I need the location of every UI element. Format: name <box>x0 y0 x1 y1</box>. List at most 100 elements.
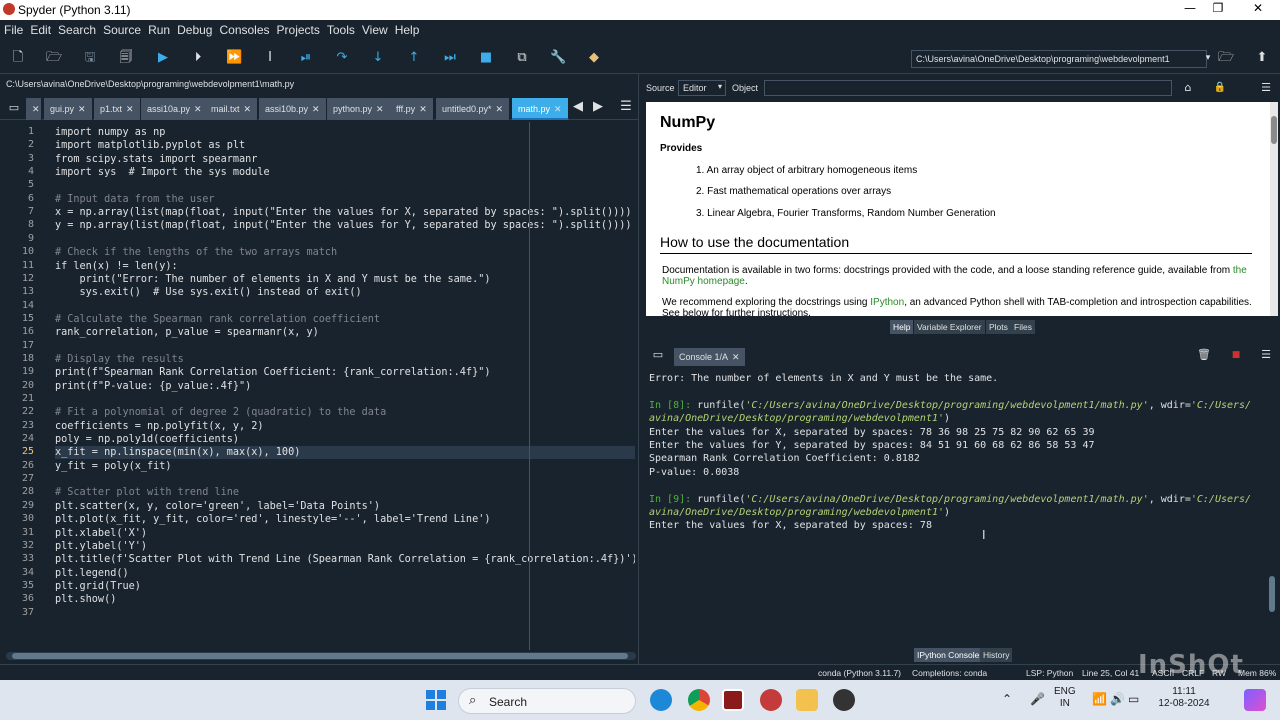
source-select[interactable]: Editor ▾ <box>678 80 726 96</box>
help-vertical-scrollbar[interactable] <box>1270 102 1278 316</box>
maximize-button[interactable]: ❐ <box>1200 1 1236 19</box>
tab-fff-py[interactable]: fff.py ✕ <box>390 98 434 120</box>
run-cell-advance-icon[interactable]: ⏩ <box>226 50 242 66</box>
tab-python-py[interactable]: python.py ✕ <box>327 98 391 120</box>
editor-horizontal-scrollbar[interactable] <box>6 652 636 660</box>
debug-stop-icon[interactable]: ■ <box>478 50 494 66</box>
chevron-up-icon[interactable]: ⌃ <box>1002 692 1012 706</box>
media-player-icon[interactable] <box>833 689 855 711</box>
status-completions[interactable]: Completions: conda <box>912 668 987 678</box>
save-all-icon[interactable]: 🗐 <box>118 50 134 66</box>
close-window-button[interactable]: ✕ <box>1240 1 1276 19</box>
battery-icon[interactable]: ▭ <box>1128 692 1139 706</box>
menu-tools[interactable]: Tools <box>323 20 358 37</box>
options-menu-icon[interactable]: ☰ <box>618 99 634 115</box>
code-editor[interactable]: 1 2 3 4 5 6 7 8 9 10 11 12 13 14 15 16 17 18 19 20 21 22 23 24 2… <box>0 122 638 650</box>
interrupt-kernel-icon[interactable]: ■ <box>1228 347 1244 363</box>
pane-splitter[interactable] <box>638 74 644 664</box>
close-icon[interactable]: ✕ <box>194 105 202 115</box>
tab-scroll-left-icon[interactable]: ◀ <box>570 99 586 115</box>
file-explorer-icon[interactable] <box>796 689 818 711</box>
close-icon[interactable]: ✕ <box>78 105 86 115</box>
menu-help[interactable]: Help <box>391 20 423 37</box>
status-lsp[interactable]: LSP: Python <box>1026 668 1073 678</box>
preferences-icon[interactable]: 🔧 <box>550 50 566 66</box>
edge-browser-icon[interactable] <box>650 689 672 711</box>
close-icon[interactable]: ✕ <box>419 105 427 115</box>
tab-p1-txt[interactable]: p1.txt ✕ <box>94 98 141 120</box>
browse-folder-icon[interactable]: 🗁 <box>1218 50 1234 66</box>
open-file-icon[interactable]: 🗁 <box>46 50 62 66</box>
debug-continue-icon[interactable]: ⏭ <box>442 50 458 66</box>
run-selection-icon[interactable]: I <box>262 50 278 66</box>
new-file-icon[interactable]: 🗋 <box>10 50 26 66</box>
tab-gui-py[interactable]: gui.py ✕ <box>44 98 93 120</box>
scrollbar-thumb[interactable] <box>1269 576 1275 612</box>
menu-search[interactable]: Search <box>54 20 99 37</box>
tab-help[interactable]: Help <box>890 320 914 334</box>
debug-step-icon[interactable]: ↷ <box>334 50 350 66</box>
menu-source[interactable]: Source <box>99 20 144 37</box>
maximize-pane-icon[interactable]: ⧉ <box>514 50 530 66</box>
language-indicator[interactable]: ENG IN <box>1054 686 1076 710</box>
anaconda-icon[interactable] <box>760 689 782 711</box>
close-icon[interactable]: ✕ <box>32 105 40 115</box>
parent-dir-icon[interactable]: ⬆ <box>1254 50 1270 66</box>
tab-scroll-right-icon[interactable]: ▶ <box>590 99 606 115</box>
taskbar-search[interactable]: ⌕ Search <box>458 688 636 714</box>
chevron-down-icon[interactable]: ▾ <box>1200 50 1216 66</box>
wifi-icon[interactable]: 📶 <box>1092 692 1107 706</box>
menu-run[interactable]: Run <box>144 20 173 37</box>
close-icon[interactable]: ✕ <box>126 105 134 115</box>
tab-ipython-console[interactable]: IPython Console <box>914 648 983 662</box>
tab-plots[interactable]: Plots <box>986 320 1011 334</box>
console-vertical-scrollbar[interactable] <box>1268 370 1276 644</box>
menu-consoles[interactable]: Consoles <box>215 20 272 37</box>
save-icon[interactable]: 🖫 <box>82 50 98 66</box>
menu-view[interactable]: View <box>358 20 391 37</box>
menu-debug[interactable]: Debug <box>173 20 215 37</box>
clock[interactable]: 11:11 12-08-2024 <box>1156 686 1212 710</box>
options-menu-icon[interactable]: ☰ <box>1258 347 1274 363</box>
tab-variable-explorer[interactable]: Variable Explorer <box>914 320 985 334</box>
ipython-console[interactable]: Error: The number of elements in X and Y… <box>646 370 1268 644</box>
tab-close-partial[interactable]: ✕ <box>26 98 42 120</box>
start-button[interactable] <box>425 689 447 711</box>
menu-projects[interactable]: Projects <box>273 20 323 37</box>
lock-icon[interactable]: 🔒 <box>1212 80 1228 96</box>
spyder-taskbar-icon[interactable] <box>722 689 744 711</box>
close-icon[interactable]: ✕ <box>732 353 740 363</box>
menu-file[interactable]: File <box>0 20 26 37</box>
microphone-icon[interactable]: 🎤 <box>1030 692 1045 706</box>
tab-assi10b-py[interactable]: assi10b.py ✕ <box>259 98 327 120</box>
tab-files[interactable]: Files <box>1011 320 1035 334</box>
volume-icon[interactable]: 🔊 <box>1110 692 1125 706</box>
run-cell-icon[interactable]: ⏵ <box>190 50 206 66</box>
object-input[interactable] <box>764 80 1172 96</box>
debug-step-into-icon[interactable]: ↓ <box>370 50 386 66</box>
browse-tabs-icon[interactable]: ▭ <box>6 100 22 116</box>
options-menu-icon[interactable]: ☰ <box>1258 80 1274 96</box>
console-tab[interactable]: Console 1/A ✕ <box>674 348 745 366</box>
working-directory-field[interactable]: C:\Users\avina\OneDrive\Desktop\programi… <box>911 50 1207 68</box>
copilot-icon[interactable] <box>1244 689 1266 711</box>
browse-tabs-icon[interactable]: ▭ <box>650 347 666 363</box>
home-icon[interactable]: ⌂ <box>1180 80 1196 96</box>
ipython-link[interactable]: IPython <box>870 297 904 308</box>
status-env[interactable]: conda (Python 3.11.7) <box>818 668 901 678</box>
tab-mail-txt[interactable]: mail.txt ✕ <box>205 98 259 120</box>
close-icon[interactable]: ✕ <box>376 105 384 115</box>
chrome-icon[interactable] <box>688 689 710 711</box>
python-path-icon[interactable]: ◆ <box>586 50 602 66</box>
close-icon[interactable]: ✕ <box>312 105 320 115</box>
scrollbar-thumb[interactable] <box>1271 116 1277 144</box>
close-icon[interactable]: ✕ <box>496 105 504 115</box>
debug-icon[interactable]: ⏯ <box>298 50 314 66</box>
tab-math-py[interactable]: math.py ✕ <box>512 98 569 120</box>
menu-edit[interactable]: Edit <box>26 20 54 37</box>
close-icon[interactable]: ✕ <box>554 105 562 115</box>
tab-untitled0-py[interactable]: untitled0.py* ✕ <box>436 98 511 120</box>
debug-step-return-icon[interactable]: ↑ <box>406 50 422 66</box>
scrollbar-thumb[interactable] <box>12 653 628 659</box>
close-icon[interactable]: ✕ <box>244 105 252 115</box>
